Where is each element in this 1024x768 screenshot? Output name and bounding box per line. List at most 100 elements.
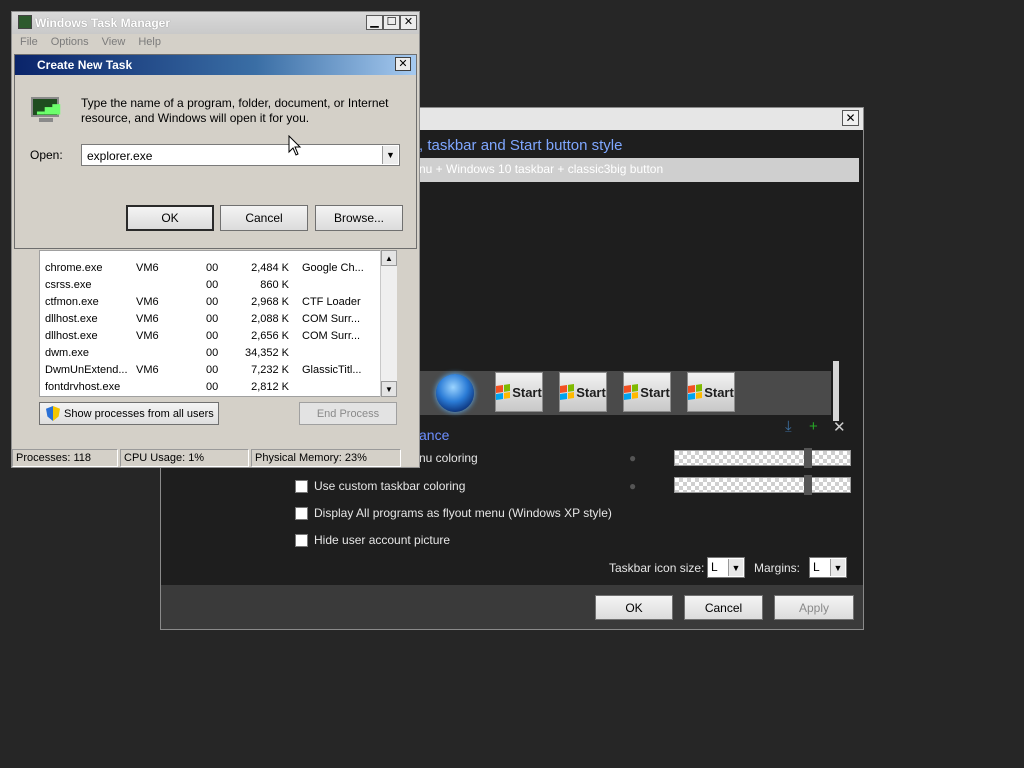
process-row[interactable]: csrss.exe 00 860 K xyxy=(40,277,395,294)
status-memory: Physical Memory: 23% xyxy=(251,449,401,467)
window-title: Windows Task Manager xyxy=(35,16,171,30)
taskbar-icon-size-label: Taskbar icon size: xyxy=(609,561,705,575)
process-list-scrollbar[interactable]: ▲ ▼ xyxy=(380,250,397,397)
custom-menu-coloring-label: nu coloring xyxy=(419,451,478,465)
menu-view[interactable]: View xyxy=(102,36,126,48)
option-hide-user-picture[interactable]: Hide user account picture xyxy=(295,533,450,547)
menu-help[interactable]: Help xyxy=(138,36,161,48)
process-row[interactable]: ctfmon.exe VM6 00 2,968 K CTF Loader xyxy=(40,294,395,311)
process-mem: 2,656 K xyxy=(251,330,289,342)
slider-thumb[interactable] xyxy=(804,448,812,468)
start-button-option-1[interactable]: Start xyxy=(495,372,543,412)
process-row[interactable]: dllhost.exe VM6 00 2,088 K COM Surr... xyxy=(40,311,395,328)
process-row[interactable]: DwmUnExtend... VM6 00 7,232 K GlassicTitl... xyxy=(40,362,395,379)
process-list[interactable]: chrome.exe VM6 00 2,484 K Google Ch... csrss.… xyxy=(39,250,396,397)
slider-thumb[interactable] xyxy=(804,475,812,495)
taskbar-icon-size-select[interactable]: L ▼ xyxy=(707,557,745,578)
windows-flag-icon xyxy=(688,384,703,400)
windows-flag-icon xyxy=(560,384,575,400)
windows-orb-icon[interactable] xyxy=(436,374,474,412)
close-icon[interactable]: ✕ xyxy=(400,15,417,30)
process-row[interactable]: dllhost.exe VM6 00 2,656 K COM Surr... xyxy=(40,328,395,345)
start-button-option-4[interactable]: Start xyxy=(687,372,735,412)
color-drop-icon[interactable]: ● xyxy=(629,452,639,464)
end-process-button[interactable]: End Process xyxy=(299,402,397,425)
margins-select[interactable]: L ▼ xyxy=(809,557,847,578)
windows-flag-icon xyxy=(624,384,639,400)
start-button-option-3[interactable]: Start xyxy=(623,372,671,412)
cancel-button[interactable]: Cancel xyxy=(220,205,308,231)
select-value: L xyxy=(813,560,820,574)
process-name: ctfmon.exe xyxy=(45,296,99,308)
process-cpu: 00 xyxy=(206,296,219,308)
option-custom-taskbar-coloring[interactable]: Use custom taskbar coloring xyxy=(295,479,465,493)
menu-bar: File Options View Help xyxy=(20,36,161,48)
dialog-description: Type the name of a program, folder, docu… xyxy=(81,96,389,125)
process-desc: CTF Loader xyxy=(302,296,361,308)
option-label: Hide user account picture xyxy=(314,533,451,547)
menu-color-slider[interactable] xyxy=(674,448,851,468)
start-label: Start xyxy=(576,384,606,400)
select-value: L xyxy=(711,560,718,574)
process-user: VM6 xyxy=(136,313,159,325)
apply-button[interactable]: Apply xyxy=(774,595,854,620)
process-name: dwm.exe xyxy=(45,347,90,359)
process-user: VM6 xyxy=(136,296,159,308)
browse-button[interactable]: Browse... xyxy=(315,205,403,231)
show-all-processes-button[interactable]: Show processes from all users xyxy=(39,402,219,425)
uac-shield-icon xyxy=(46,406,60,421)
start-label: Start xyxy=(704,384,734,400)
scroll-down-icon[interactable]: ▼ xyxy=(381,381,397,397)
menu-options[interactable]: Options xyxy=(51,36,89,48)
selected-style-row[interactable]: nu + Windows 10 taskbar + classic3big bu… xyxy=(419,158,859,182)
option-all-programs-flyout[interactable]: Display All programs as flyout menu (Win… xyxy=(295,506,612,520)
chevron-down-icon[interactable]: ▼ xyxy=(382,146,398,164)
close-icon[interactable]: ✕ xyxy=(395,57,411,71)
process-row[interactable]: OneDrive.exeVM60015,144 KMicrosoft... xyxy=(40,396,395,397)
ok-button[interactable]: OK xyxy=(126,205,214,231)
chevron-down-icon[interactable]: ▼ xyxy=(830,559,845,576)
checkbox[interactable] xyxy=(295,506,308,520)
chevron-down-icon[interactable]: ▼ xyxy=(728,559,743,576)
start-label: Start xyxy=(512,384,542,400)
process-cpu: 00 xyxy=(206,279,219,291)
process-name: dllhost.exe xyxy=(45,330,98,342)
start-button-option-2[interactable]: Start xyxy=(559,372,607,412)
preview-scroll-edge xyxy=(833,361,839,421)
minimize-icon[interactable]: ▁ xyxy=(366,15,383,30)
close-icon[interactable]: ✕ xyxy=(842,110,859,126)
start-label: Start xyxy=(640,384,670,400)
checkbox[interactable] xyxy=(295,533,308,547)
style-heading: , taskbar and Start button style xyxy=(419,137,623,154)
open-combobox[interactable]: explorer.exe ▼ xyxy=(81,144,400,166)
process-desc: Google Ch... xyxy=(302,262,364,274)
process-row[interactable]: fontdrvhost.exe 00 2,812 K xyxy=(40,379,395,396)
process-desc: COM Surr... xyxy=(302,330,361,342)
process-row[interactable]: chrome.exe VM6 00 2,484 K Google Ch... xyxy=(40,260,395,277)
process-user: VM6 xyxy=(136,262,159,274)
dialog-titlebar[interactable]: Create New Task ✕ xyxy=(15,55,416,75)
task-manager-titlebar[interactable]: Windows Task Manager ▁ ☐ ✕ xyxy=(12,12,419,34)
status-cpu: CPU Usage: 1% xyxy=(120,449,249,467)
taskbar-color-slider[interactable] xyxy=(674,475,851,495)
process-row[interactable]: dwm.exe 00 34,352 K xyxy=(40,345,395,362)
process-cpu: 00 xyxy=(206,262,219,274)
status-processes: Processes: 118 xyxy=(12,449,118,467)
color-drop-icon[interactable]: ● xyxy=(629,480,639,492)
appearance-heading: ance xyxy=(419,427,450,443)
open-input-value[interactable]: explorer.exe xyxy=(87,149,152,163)
cancel-button[interactable]: Cancel xyxy=(684,595,763,620)
checkbox[interactable] xyxy=(295,479,308,493)
menu-file[interactable]: File xyxy=(20,36,38,48)
maximize-icon[interactable]: ☐ xyxy=(383,15,400,30)
ok-button[interactable]: OK xyxy=(595,595,673,620)
scroll-up-icon[interactable]: ▲ xyxy=(381,250,397,266)
remove-icon[interactable]: ✕ xyxy=(833,418,846,436)
mouse-cursor-icon xyxy=(288,135,302,156)
process-cpu: 00 xyxy=(206,364,219,376)
status-bar: Processes: 118 CPU Usage: 1% Physical Me… xyxy=(12,449,419,467)
add-icon[interactable]: + xyxy=(809,418,818,435)
option-label: Use custom taskbar coloring xyxy=(314,479,466,493)
download-icon[interactable]: ⤓ xyxy=(785,418,792,435)
process-cpu: 00 xyxy=(206,330,219,342)
